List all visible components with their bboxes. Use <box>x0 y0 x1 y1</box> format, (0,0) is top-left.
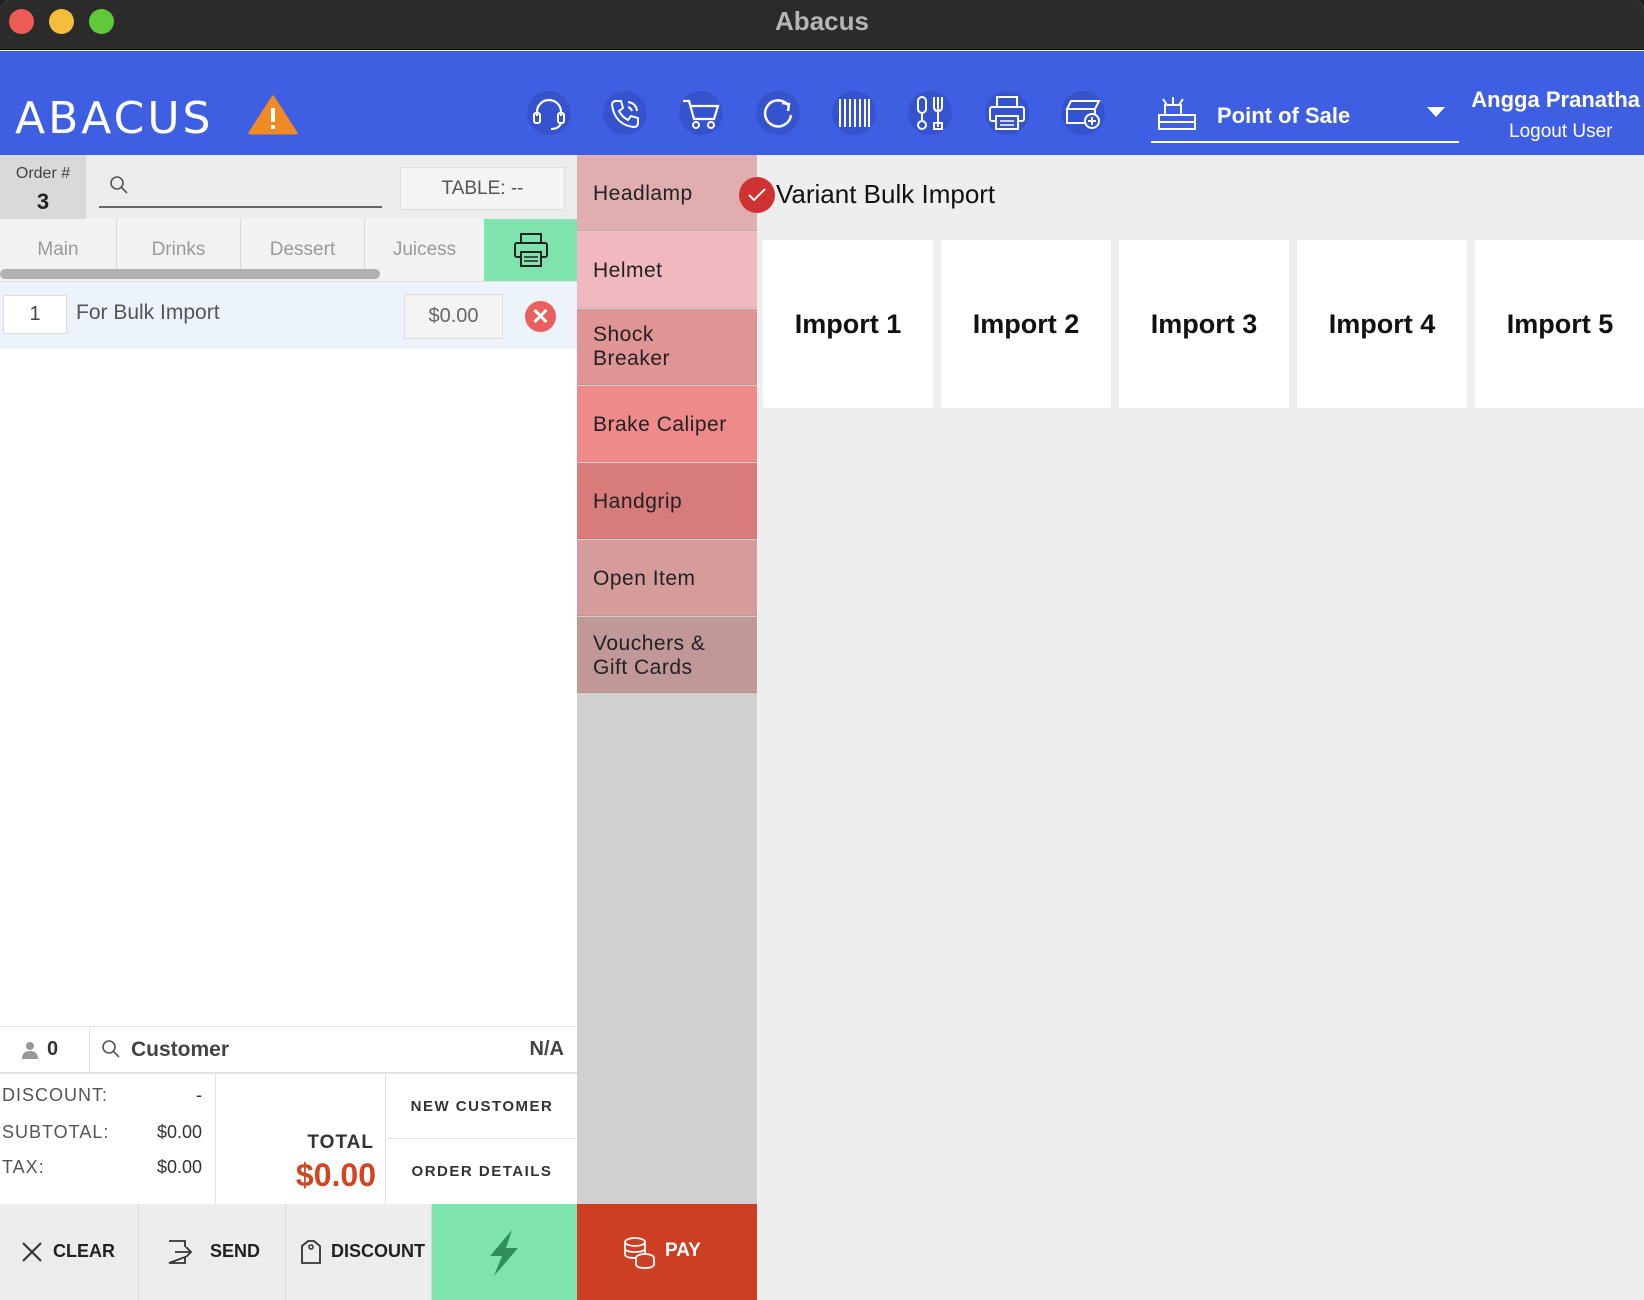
product-tile-import-4[interactable]: Import 4 <box>1297 240 1467 408</box>
pay-button[interactable]: PAY <box>577 1204 757 1300</box>
cart-icon[interactable] <box>677 89 725 137</box>
kitchen-icon[interactable] <box>906 89 954 137</box>
category-item-open-item[interactable]: Open Item <box>577 540 757 616</box>
drawer-icon[interactable] <box>1059 89 1107 137</box>
category-label: Headlamp <box>593 182 693 205</box>
app-header: ABACUS Point of Sale Angga Pranatha Logo… <box>0 51 1644 155</box>
category-label: Open Item <box>593 567 696 590</box>
discount-button-label: DISCOUNT <box>331 1241 425 1261</box>
warning-icon[interactable] <box>248 95 298 135</box>
order-details-button[interactable]: ORDER DETAILS <box>387 1139 577 1204</box>
line-item-price[interactable]: $0.00 <box>404 294 503 339</box>
cash-register-icon <box>1155 93 1199 133</box>
pay-label: PAY <box>665 1240 701 1261</box>
total-label: TOTAL <box>307 1132 374 1153</box>
send-icon <box>168 1240 193 1264</box>
category-item-shock-breaker[interactable]: Shock Breaker <box>577 309 757 385</box>
customer-value: N/A <box>529 1038 564 1060</box>
total-value: $0.00 <box>295 1157 376 1193</box>
category-tabs: Main Drinks Dessert Juicess <box>0 219 577 282</box>
category-label: Handgrip <box>593 490 683 513</box>
person-icon <box>22 1042 38 1059</box>
table-select-button[interactable]: TABLE: -- <box>400 167 565 210</box>
send-button[interactable]: SEND <box>139 1204 286 1300</box>
product-search-input[interactable] <box>137 171 377 201</box>
user-name: Angga Pranatha <box>1471 87 1640 112</box>
customer-search[interactable]: Customer <box>131 1038 229 1062</box>
total-box: TOTAL $0.00 <box>215 1074 386 1204</box>
print-order-button[interactable] <box>484 219 577 281</box>
guest-count[interactable]: 0 <box>0 1027 90 1073</box>
tag-icon <box>301 1240 321 1264</box>
category-item-brake-caliper[interactable]: Brake Caliper <box>577 386 757 462</box>
clear-label: CLEAR <box>53 1241 115 1261</box>
coins-icon <box>624 1237 655 1269</box>
order-toolbar: TABLE: -- <box>86 155 577 219</box>
order-number-box: Order # 3 <box>0 155 86 219</box>
category-label: Vouchers & Gift Cards <box>593 632 706 679</box>
guest-count-value: 0 <box>47 1038 59 1060</box>
printer-icon <box>514 233 548 267</box>
headset-icon[interactable] <box>525 89 573 137</box>
new-customer-button[interactable]: NEW CUSTOMER <box>387 1074 577 1139</box>
order-line-item[interactable]: 1 For Bulk Import $0.00 ✕ <box>0 282 577 349</box>
variant-title: Variant Bulk Import <box>776 179 996 209</box>
product-tile-import-5[interactable]: Import 5 <box>1475 240 1644 408</box>
category-item-vouchers-gift-cards[interactable]: Vouchers & Gift Cards <box>577 617 757 693</box>
close-icon <box>22 1242 42 1262</box>
title-bar: Abacus <box>0 0 1644 50</box>
subtotal-value: $0.00 <box>156 1122 202 1142</box>
product-search <box>99 167 382 208</box>
quick-pay-button[interactable] <box>432 1204 577 1300</box>
clear-button[interactable]: CLEAR <box>0 1204 139 1300</box>
search-icon <box>102 1040 120 1058</box>
module-select-value: Point of Sale <box>1217 103 1351 128</box>
tax-value: $0.00 <box>156 1157 202 1177</box>
line-item-name: For Bulk Import <box>76 301 220 324</box>
discount-value: - <box>196 1085 202 1105</box>
chevron-down-icon <box>1427 107 1445 117</box>
refresh-icon[interactable] <box>754 89 802 137</box>
discount-button[interactable]: DISCOUNT <box>286 1204 432 1300</box>
lightning-icon <box>490 1230 518 1276</box>
category-label: Brake Caliper <box>593 413 727 436</box>
discount-label: DISCOUNT: <box>2 1085 109 1105</box>
window-title: Abacus <box>775 6 869 36</box>
product-tile-import-2[interactable]: Import 2 <box>941 240 1111 408</box>
send-label: SEND <box>210 1241 261 1261</box>
category-item-helmet[interactable]: Helmet <box>577 232 757 308</box>
phone-icon[interactable] <box>601 89 649 137</box>
category-item-headlamp[interactable]: Headlamp <box>577 155 757 231</box>
order-totals: DISCOUNT: - SUBTOTAL: $0.00 TAX: $0.00 <box>0 1074 215 1204</box>
remove-item-icon[interactable]: ✕ <box>525 301 556 332</box>
category-label: Helmet <box>593 259 663 282</box>
tabs-scrollbar[interactable] <box>0 269 380 279</box>
product-grid: Variant Bulk Import Import 1 Import 2 Im… <box>739 155 1644 1300</box>
product-tile-import-3[interactable]: Import 3 <box>1119 240 1289 408</box>
category-label: Shock Breaker <box>593 323 671 370</box>
category-item-handgrip[interactable]: Handgrip <box>577 463 757 539</box>
customer-bar: 0 Customer N/A <box>0 1026 577 1074</box>
tax-label: TAX: <box>2 1157 45 1177</box>
action-bar: CLEAR SEND DISCOUNT <box>0 1204 577 1300</box>
category-list: Headlamp Helmet Shock Breaker Brake Cali… <box>577 155 757 1205</box>
logout-link[interactable]: Logout User <box>1509 121 1613 143</box>
search-icon <box>110 176 128 194</box>
barcode-icon[interactable] <box>830 89 878 137</box>
check-icon <box>739 177 775 213</box>
order-number: 3 <box>36 189 50 214</box>
printer-icon[interactable] <box>983 89 1031 137</box>
tab-juicess[interactable]: Juicess <box>365 219 484 279</box>
app-logo: ABACUS <box>15 93 214 144</box>
module-select[interactable]: Point of Sale <box>1151 93 1459 143</box>
line-item-qty[interactable]: 1 <box>3 295 67 334</box>
order-panel: Order # 3 TABLE: -- Main Drinks Dessert … <box>0 155 577 1300</box>
order-number-label: Order # <box>15 165 71 182</box>
product-tile-import-1[interactable]: Import 1 <box>763 240 933 408</box>
app-window: Abacus ABACUS Point of Sale Angga Pranat… <box>0 0 1644 1300</box>
subtotal-label: SUBTOTAL: <box>2 1122 110 1142</box>
